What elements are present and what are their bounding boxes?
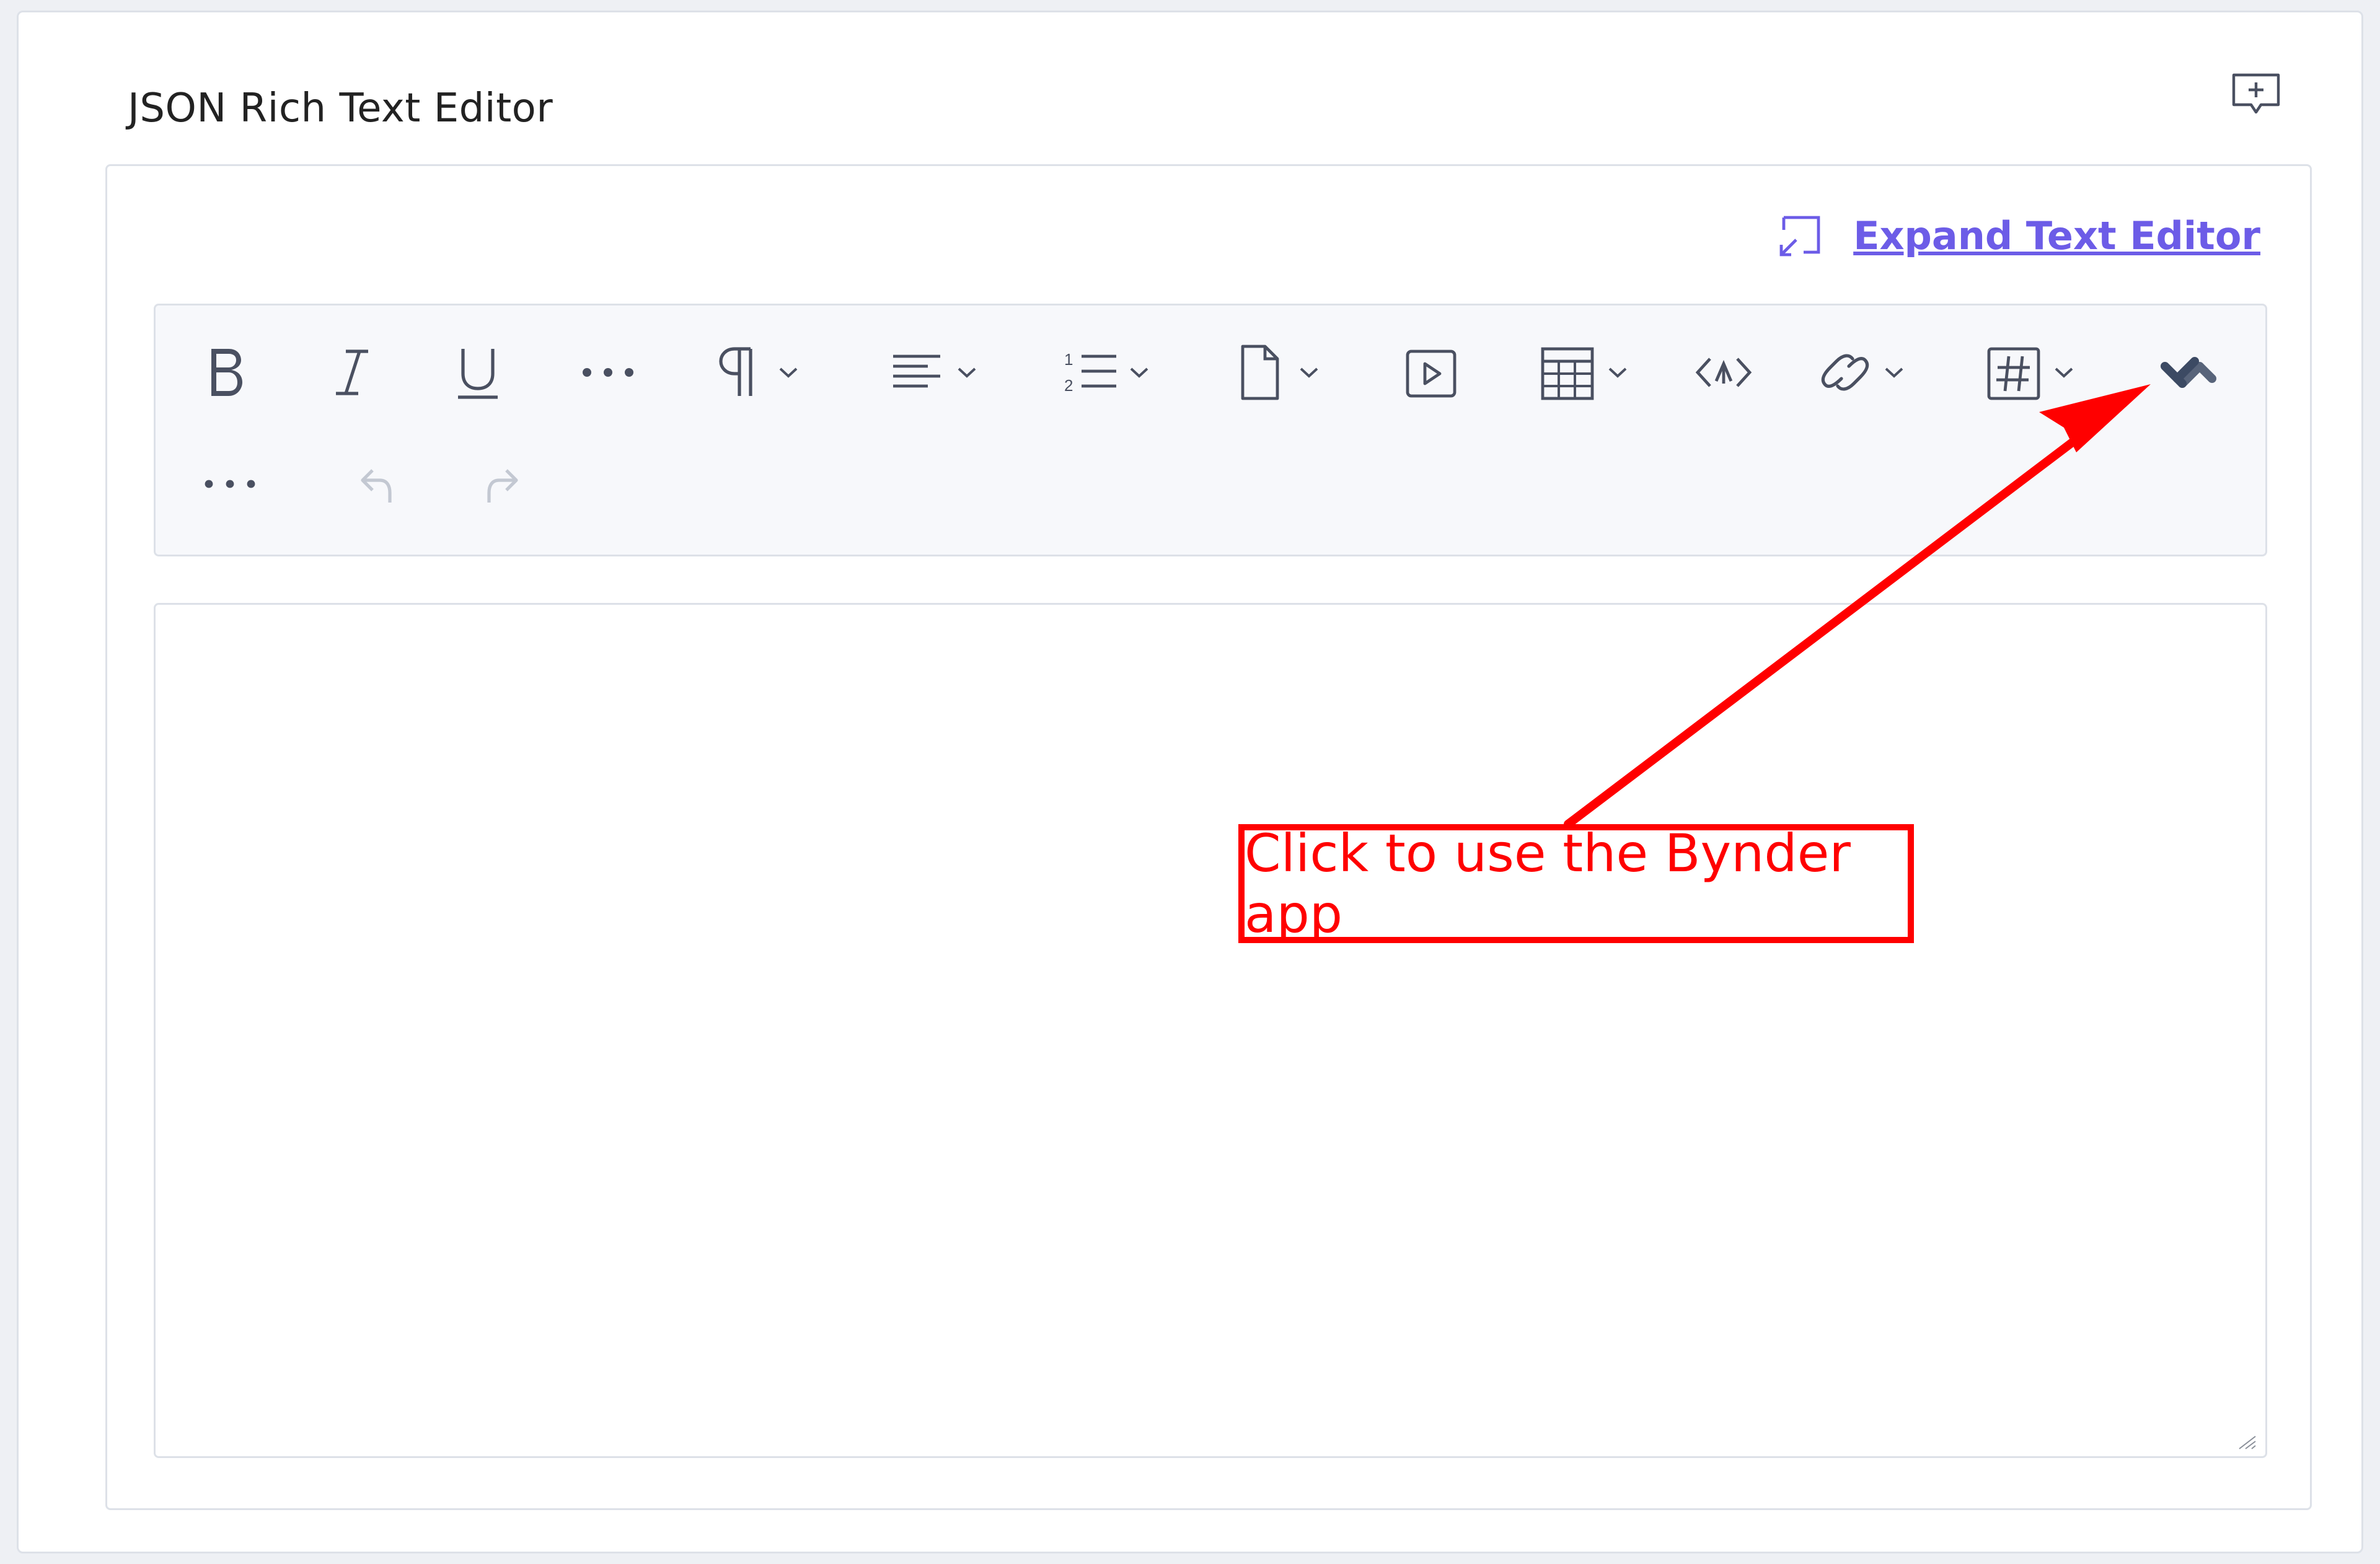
chevron-down-icon xyxy=(1300,367,1318,378)
align-dropdown[interactable] xyxy=(888,335,982,410)
file-icon xyxy=(1241,345,1279,400)
play-video-icon xyxy=(1406,349,1457,398)
more-horizontal-icon xyxy=(583,368,633,377)
asset-dropdown[interactable] xyxy=(1233,335,1324,410)
link-dropdown[interactable] xyxy=(1817,335,1910,410)
expand-icon xyxy=(1779,216,1820,257)
chevron-down-icon xyxy=(1885,367,1903,378)
code-icon xyxy=(1695,358,1752,387)
field-title: JSON Rich Text Editor xyxy=(128,86,553,131)
more-horizontal-icon xyxy=(205,480,255,488)
underline-button[interactable] xyxy=(452,335,504,410)
expand-editor-label[interactable]: Expand Text Editor xyxy=(1853,213,2260,258)
svg-text:1: 1 xyxy=(1064,350,1073,369)
more-formatting-button[interactable] xyxy=(577,335,639,410)
italic-button[interactable] xyxy=(326,335,378,410)
code-button[interactable] xyxy=(1693,335,1755,410)
list-dropdown[interactable]: 1 2 xyxy=(1062,335,1155,410)
chevron-down-icon xyxy=(2055,367,2073,378)
link-icon xyxy=(1821,354,1869,391)
ordered-list-icon: 1 2 xyxy=(1064,350,1116,395)
add-comment-button[interactable] xyxy=(2225,67,2287,123)
redo-icon xyxy=(487,469,518,503)
table-icon xyxy=(1541,347,1594,400)
align-left-icon xyxy=(893,354,940,388)
field-card: JSON Rich Text Editor Expand Text Editor xyxy=(17,11,2363,1553)
more-tools-button[interactable] xyxy=(199,447,261,521)
chevron-down-icon xyxy=(1130,367,1148,378)
embed-dropdown[interactable] xyxy=(1984,335,2079,410)
chevron-down-icon xyxy=(1608,367,1627,378)
redo-button[interactable] xyxy=(477,447,526,521)
bold-button[interactable] xyxy=(199,335,251,410)
bynder-icon xyxy=(2161,357,2216,388)
annotation-callout: Click to use the Bynder app xyxy=(1238,823,1914,944)
resize-handle-icon[interactable] xyxy=(2234,1433,2259,1451)
svg-text:2: 2 xyxy=(1064,376,1073,395)
annotation-text: Click to use the Bynder app xyxy=(1245,823,1851,944)
rich-text-editor: Expand Text Editor 1 2 xyxy=(105,164,2312,1510)
undo-button[interactable] xyxy=(353,447,402,521)
paragraph-dropdown[interactable] xyxy=(713,335,804,410)
expand-editor-link[interactable]: Expand Text Editor xyxy=(1776,213,2260,258)
underline-icon xyxy=(458,349,498,399)
bynder-button[interactable] xyxy=(2157,335,2219,410)
embed-video-button[interactable] xyxy=(1403,335,1460,410)
editor-content-area[interactable] xyxy=(154,603,2267,1458)
chevron-down-icon xyxy=(779,367,798,378)
hash-box-icon xyxy=(1987,347,2040,400)
table-dropdown[interactable] xyxy=(1538,335,1633,410)
add-comment-icon xyxy=(2232,73,2280,114)
paragraph-icon xyxy=(719,347,752,396)
italic-icon xyxy=(336,349,368,395)
editor-toolbar: 1 2 xyxy=(154,304,2267,556)
chevron-down-icon xyxy=(958,367,976,378)
undo-icon xyxy=(361,469,392,503)
bold-icon xyxy=(211,349,242,396)
